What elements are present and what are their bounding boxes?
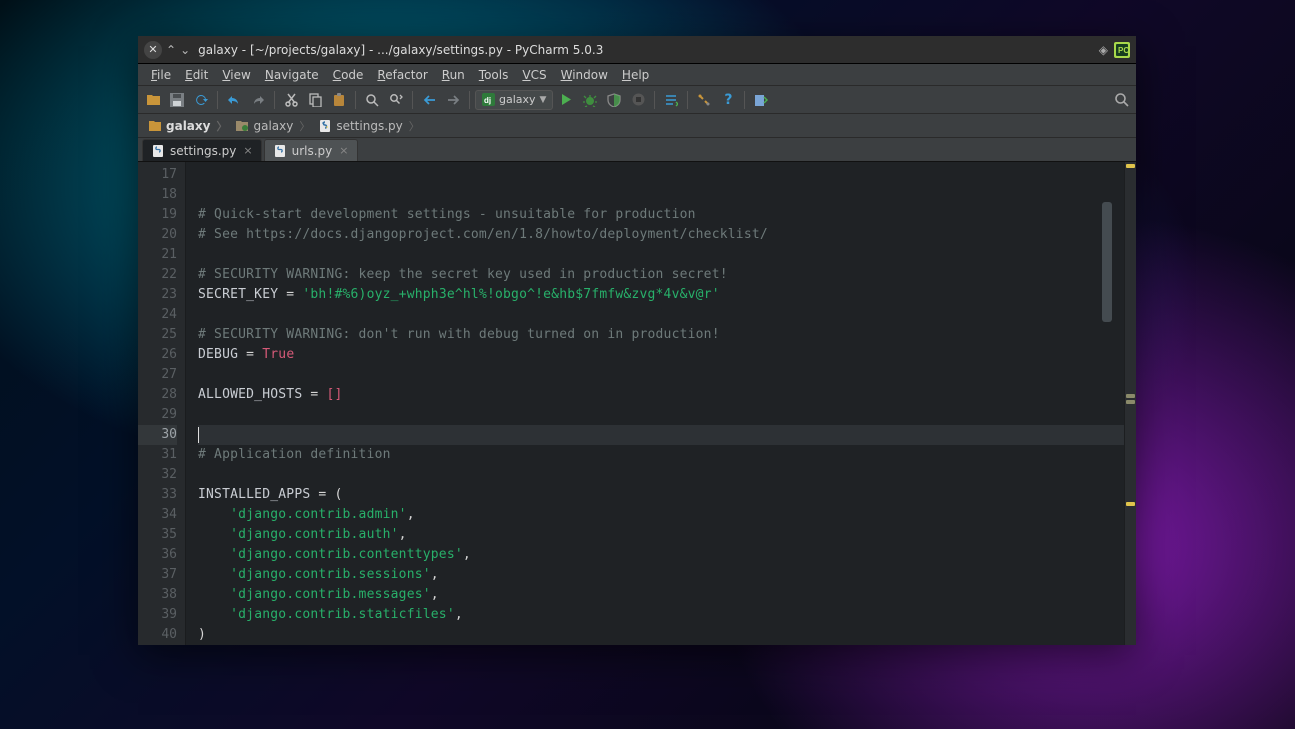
- menu-window[interactable]: Window: [554, 66, 615, 84]
- copy-icon[interactable]: [304, 89, 326, 111]
- breadcrumb-item[interactable]: galaxy: [144, 118, 231, 134]
- text-caret: [198, 427, 199, 443]
- redo-icon[interactable]: [247, 89, 269, 111]
- sync-icon[interactable]: [190, 89, 212, 111]
- vcs-update-icon[interactable]: [660, 89, 682, 111]
- menu-code[interactable]: Code: [326, 66, 371, 84]
- error-stripe-marker[interactable]: [1126, 394, 1135, 398]
- save-icon[interactable]: [166, 89, 188, 111]
- window-down-button[interactable]: ⌄: [180, 43, 190, 57]
- breadcrumb-item[interactable]: settings.py: [314, 118, 423, 134]
- breadcrumb-item[interactable]: galaxy: [231, 118, 314, 134]
- cut-icon[interactable]: [280, 89, 302, 111]
- window-up-button[interactable]: ⌃: [166, 43, 176, 57]
- paste-icon[interactable]: [328, 89, 350, 111]
- run-config-label: galaxy: [499, 93, 536, 106]
- run-icon[interactable]: [555, 89, 577, 111]
- pycharm-logo-icon: PC: [1114, 42, 1130, 58]
- editor-tabs-bar: settings.py×urls.py×: [138, 138, 1136, 162]
- line-number-gutter[interactable]: 1718192021222324252627282930313233343536…: [138, 162, 186, 645]
- search-everywhere-icon[interactable]: [1110, 89, 1132, 111]
- menu-edit[interactable]: Edit: [178, 66, 215, 84]
- menu-help[interactable]: Help: [615, 66, 656, 84]
- svg-text:PC: PC: [1118, 46, 1129, 55]
- coverage-icon[interactable]: [603, 89, 625, 111]
- titlebar: ✕ ⌃ ⌄ galaxy - [~/projects/galaxy] - ...…: [138, 36, 1136, 64]
- find-icon[interactable]: [361, 89, 383, 111]
- close-tab-icon[interactable]: ×: [243, 144, 252, 157]
- menu-tools[interactable]: Tools: [472, 66, 516, 84]
- back-icon[interactable]: [418, 89, 440, 111]
- stop-icon[interactable]: [627, 89, 649, 111]
- run-config-selector[interactable]: dj galaxy ▼: [475, 90, 553, 110]
- task-icon[interactable]: [750, 89, 772, 111]
- error-stripe-marker[interactable]: [1126, 400, 1135, 404]
- menu-file[interactable]: File: [144, 66, 178, 84]
- help-icon[interactable]: ?: [717, 89, 739, 111]
- menu-view[interactable]: View: [215, 66, 257, 84]
- forward-icon[interactable]: [442, 89, 464, 111]
- editor-tab[interactable]: settings.py×: [142, 139, 262, 161]
- window-close-button[interactable]: ✕: [144, 41, 162, 59]
- undo-icon[interactable]: [223, 89, 245, 111]
- pycharm-window: ✕ ⌃ ⌄ galaxy - [~/projects/galaxy] - ...…: [138, 36, 1136, 645]
- main-toolbar: dj galaxy ▼ ?: [138, 86, 1136, 114]
- code-viewport[interactable]: # Quick-start development settings - uns…: [186, 162, 1124, 645]
- replace-icon[interactable]: [385, 89, 407, 111]
- svg-text:dj: dj: [484, 96, 491, 105]
- breadcrumb-bar: galaxygalaxysettings.py: [138, 114, 1136, 138]
- menu-vcs[interactable]: VCS: [515, 66, 553, 84]
- menu-refactor[interactable]: Refactor: [370, 66, 434, 84]
- django-icon: dj: [482, 93, 495, 106]
- error-stripe-marker[interactable]: [1126, 164, 1135, 168]
- chevron-down-icon: ▼: [540, 95, 547, 105]
- editor-area: 1718192021222324252627282930313233343536…: [138, 162, 1136, 645]
- error-stripe-marker[interactable]: [1126, 502, 1135, 506]
- vertical-scrollbar-thumb[interactable]: [1102, 202, 1112, 322]
- menubar: FileEditViewNavigateCodeRefactorRunTools…: [138, 64, 1136, 86]
- menu-navigate[interactable]: Navigate: [258, 66, 326, 84]
- editor-tab[interactable]: urls.py×: [264, 139, 358, 161]
- menu-run[interactable]: Run: [435, 66, 472, 84]
- close-tab-icon[interactable]: ×: [339, 144, 348, 157]
- open-icon[interactable]: [142, 89, 164, 111]
- marker-bar[interactable]: [1124, 162, 1136, 645]
- debug-icon[interactable]: [579, 89, 601, 111]
- window-title: galaxy - [~/projects/galaxy] - .../galax…: [198, 43, 1099, 57]
- settings-icon[interactable]: [693, 89, 715, 111]
- roll-icon[interactable]: ◈: [1099, 43, 1108, 57]
